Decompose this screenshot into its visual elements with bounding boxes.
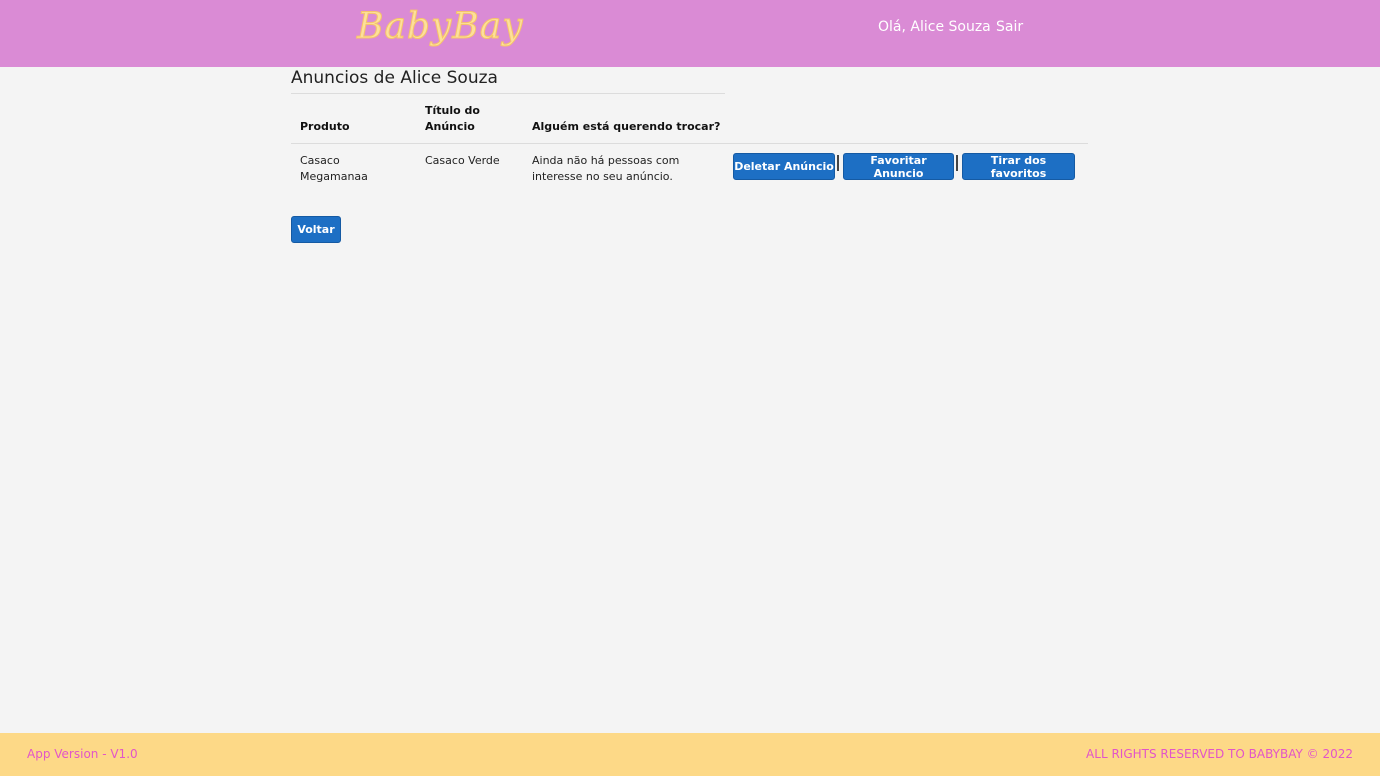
delete-ad-button[interactable]: Deletar Anúncio (733, 153, 835, 180)
back-button[interactable]: Voltar (291, 216, 341, 243)
page-title: Anuncios de Alice Souza (291, 68, 498, 88)
copyright-notice: ALL RIGHTS RESERVED TO BABYBAY © 2022 (1086, 747, 1353, 761)
babybay-logo[interactable]: BabyBay (357, 6, 524, 48)
app-version: App Version - V1.0 (27, 747, 138, 761)
table-header-divider (291, 143, 1088, 144)
remove-favorite-button[interactable]: Tirar dos favoritos (962, 153, 1075, 180)
top-navbar: BabyBay Olá, Alice Souza Sair (0, 0, 1380, 67)
footer: App Version - V1.0 ALL RIGHTS RESERVED T… (0, 733, 1380, 776)
title-divider (291, 93, 725, 94)
column-header-produto: Produto (300, 120, 350, 133)
favorite-ad-button[interactable]: Favoritar Anuncio (843, 153, 954, 180)
user-greeting-link[interactable]: Olá, Alice Souza (878, 19, 991, 35)
action-separator (956, 155, 958, 171)
logout-link[interactable]: Sair (996, 19, 1023, 35)
action-separator (837, 155, 839, 171)
cell-titulo: Casaco Verde (425, 154, 500, 167)
column-header-titulo: Título do Anúncio (425, 104, 480, 133)
column-header-trocar: Alguém está querendo trocar? (532, 120, 721, 133)
cell-trocar: Ainda não há pessoas com interesse no se… (532, 154, 680, 183)
cell-produto: Casaco Megamanaa (300, 154, 368, 183)
